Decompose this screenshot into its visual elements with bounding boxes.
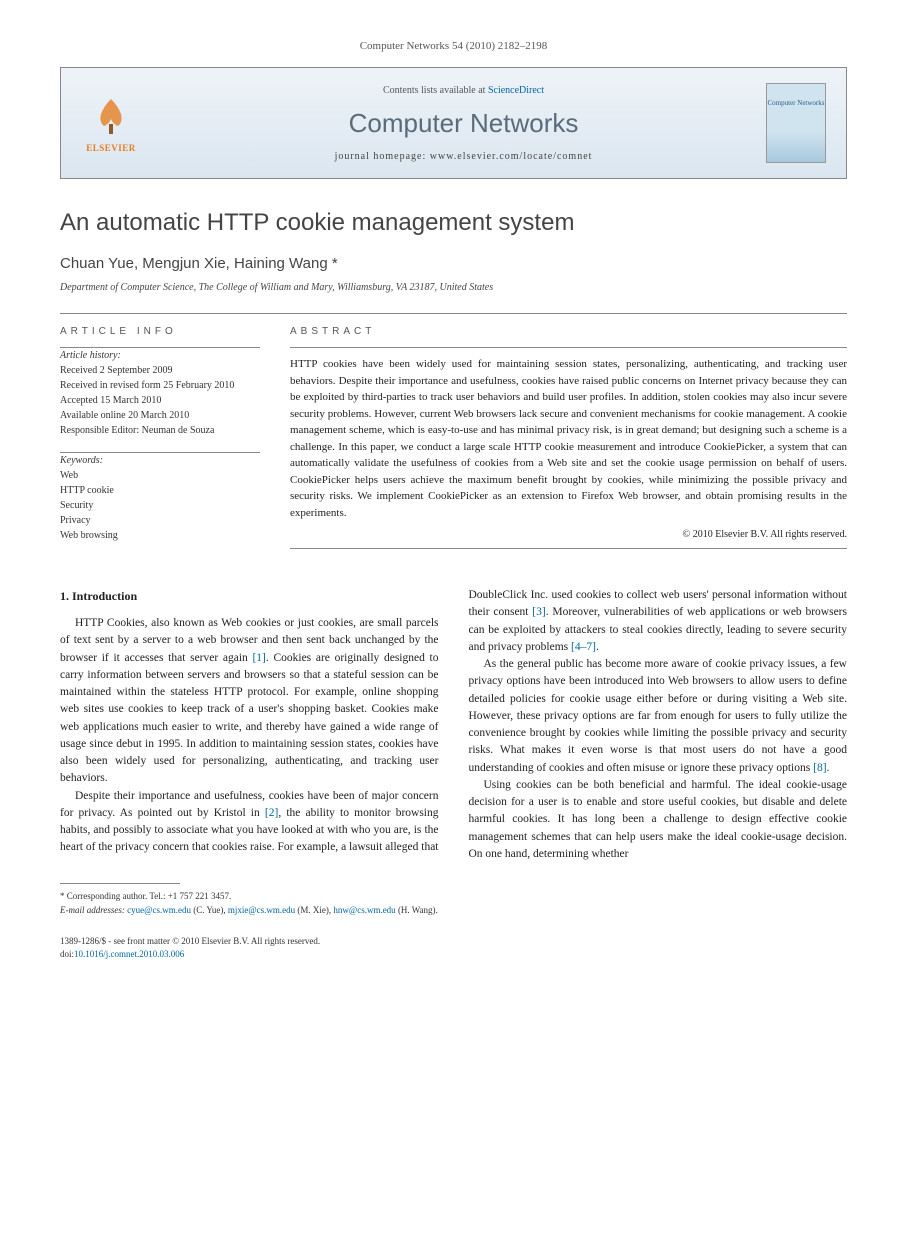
elsevier-text: ELSEVIER	[86, 143, 136, 153]
copyright-line: © 2010 Elsevier B.V. All rights reserved…	[290, 529, 847, 540]
email-label: E-mail addresses:	[60, 905, 127, 915]
doi-label: doi:	[60, 949, 74, 959]
keyword: Web	[60, 468, 260, 483]
footnote-separator	[60, 883, 180, 884]
keywords-block: Keywords: Web HTTP cookie Security Priva…	[60, 453, 260, 543]
cover-text: Computer Networks	[768, 99, 825, 107]
text-run: (M. Xie),	[295, 905, 333, 915]
paragraph: HTTP Cookies, also known as Web cookies …	[60, 615, 439, 788]
body-text: 1. Introduction HTTP Cookies, also known…	[60, 587, 847, 863]
elsevier-tree-icon	[89, 94, 134, 139]
citation-link[interactable]: [3]	[532, 606, 545, 618]
contents-prefix: Contents lists available at	[383, 85, 488, 96]
article-info-heading: ARTICLE INFO	[60, 326, 260, 337]
journal-name: Computer Networks	[161, 108, 766, 139]
keyword: HTTP cookie	[60, 483, 260, 498]
keyword: Web browsing	[60, 528, 260, 543]
journal-cover-thumbnail: Computer Networks	[766, 83, 826, 163]
doi-line: doi:10.1016/j.comnet.2010.03.006	[60, 948, 847, 961]
history-item: Available online 20 March 2010	[60, 408, 260, 423]
meta-abstract-row: ARTICLE INFO Article history: Received 2…	[60, 314, 847, 557]
authors: Chuan Yue, Mengjun Xie, Haining Wang *	[60, 255, 847, 272]
abstract-heading: ABSTRACT	[290, 326, 847, 337]
keywords-label: Keywords:	[60, 453, 260, 468]
footnotes: * Corresponding author. Tel.: +1 757 221…	[60, 890, 847, 917]
history-item: Accepted 15 March 2010	[60, 393, 260, 408]
text-run: .	[596, 641, 599, 653]
article-history: Article history: Received 2 September 20…	[60, 348, 260, 438]
journal-homepage[interactable]: journal homepage: www.elsevier.com/locat…	[161, 151, 766, 162]
contents-available: Contents lists available at ScienceDirec…	[161, 85, 766, 96]
abstract-text: HTTP cookies have been widely used for m…	[290, 356, 847, 521]
history-item: Received 2 September 2009	[60, 363, 260, 378]
doi-link[interactable]: 10.1016/j.comnet.2010.03.006	[74, 949, 184, 959]
email-link[interactable]: hnw@cs.wm.edu	[333, 905, 395, 915]
corresponding-author: * Corresponding author. Tel.: +1 757 221…	[60, 890, 847, 904]
journal-banner: ELSEVIER Contents lists available at Sci…	[60, 67, 847, 179]
email-link[interactable]: mjxie@cs.wm.edu	[228, 905, 295, 915]
issn-line: 1389-1286/$ - see front matter © 2010 El…	[60, 935, 847, 948]
keyword: Privacy	[60, 513, 260, 528]
citation-link[interactable]: [1]	[252, 652, 265, 664]
paragraph: Using cookies can be both beneficial and…	[469, 777, 848, 863]
divider	[290, 548, 847, 549]
citation-link[interactable]: [4–7]	[571, 641, 596, 653]
history-item: Received in revised form 25 February 201…	[60, 378, 260, 393]
text-run: (C. Yue),	[191, 905, 228, 915]
intro-heading: 1. Introduction	[60, 587, 439, 605]
text-run: (H. Wang).	[396, 905, 438, 915]
banner-center: Contents lists available at ScienceDirec…	[161, 85, 766, 162]
history-label: Article history:	[60, 348, 260, 363]
keyword: Security	[60, 498, 260, 513]
sciencedirect-link[interactable]: ScienceDirect	[488, 85, 544, 96]
article-title: An automatic HTTP cookie management syst…	[60, 209, 847, 237]
email-addresses: E-mail addresses: cyue@cs.wm.edu (C. Yue…	[60, 904, 847, 918]
article-info-column: ARTICLE INFO Article history: Received 2…	[60, 314, 260, 557]
text-run: . Cookies are originally designed to car…	[60, 652, 439, 785]
paragraph: As the general public has become more aw…	[469, 656, 848, 777]
abstract-column: ABSTRACT HTTP cookies have been widely u…	[290, 314, 847, 557]
text-run: As the general public has become more aw…	[469, 658, 848, 774]
citation-link[interactable]: [8]	[813, 762, 826, 774]
text-run: .	[827, 762, 830, 774]
email-link[interactable]: cyue@cs.wm.edu	[127, 905, 191, 915]
citation-link[interactable]: [2]	[265, 807, 278, 819]
affiliation: Department of Computer Science, The Coll…	[60, 282, 847, 293]
elsevier-logo: ELSEVIER	[81, 88, 141, 158]
text-run: Using cookies can be both beneficial and…	[469, 779, 848, 860]
footer: 1389-1286/$ - see front matter © 2010 El…	[60, 935, 847, 960]
journal-reference: Computer Networks 54 (2010) 2182–2198	[60, 40, 847, 52]
history-item: Responsible Editor: Neuman de Souza	[60, 423, 260, 438]
